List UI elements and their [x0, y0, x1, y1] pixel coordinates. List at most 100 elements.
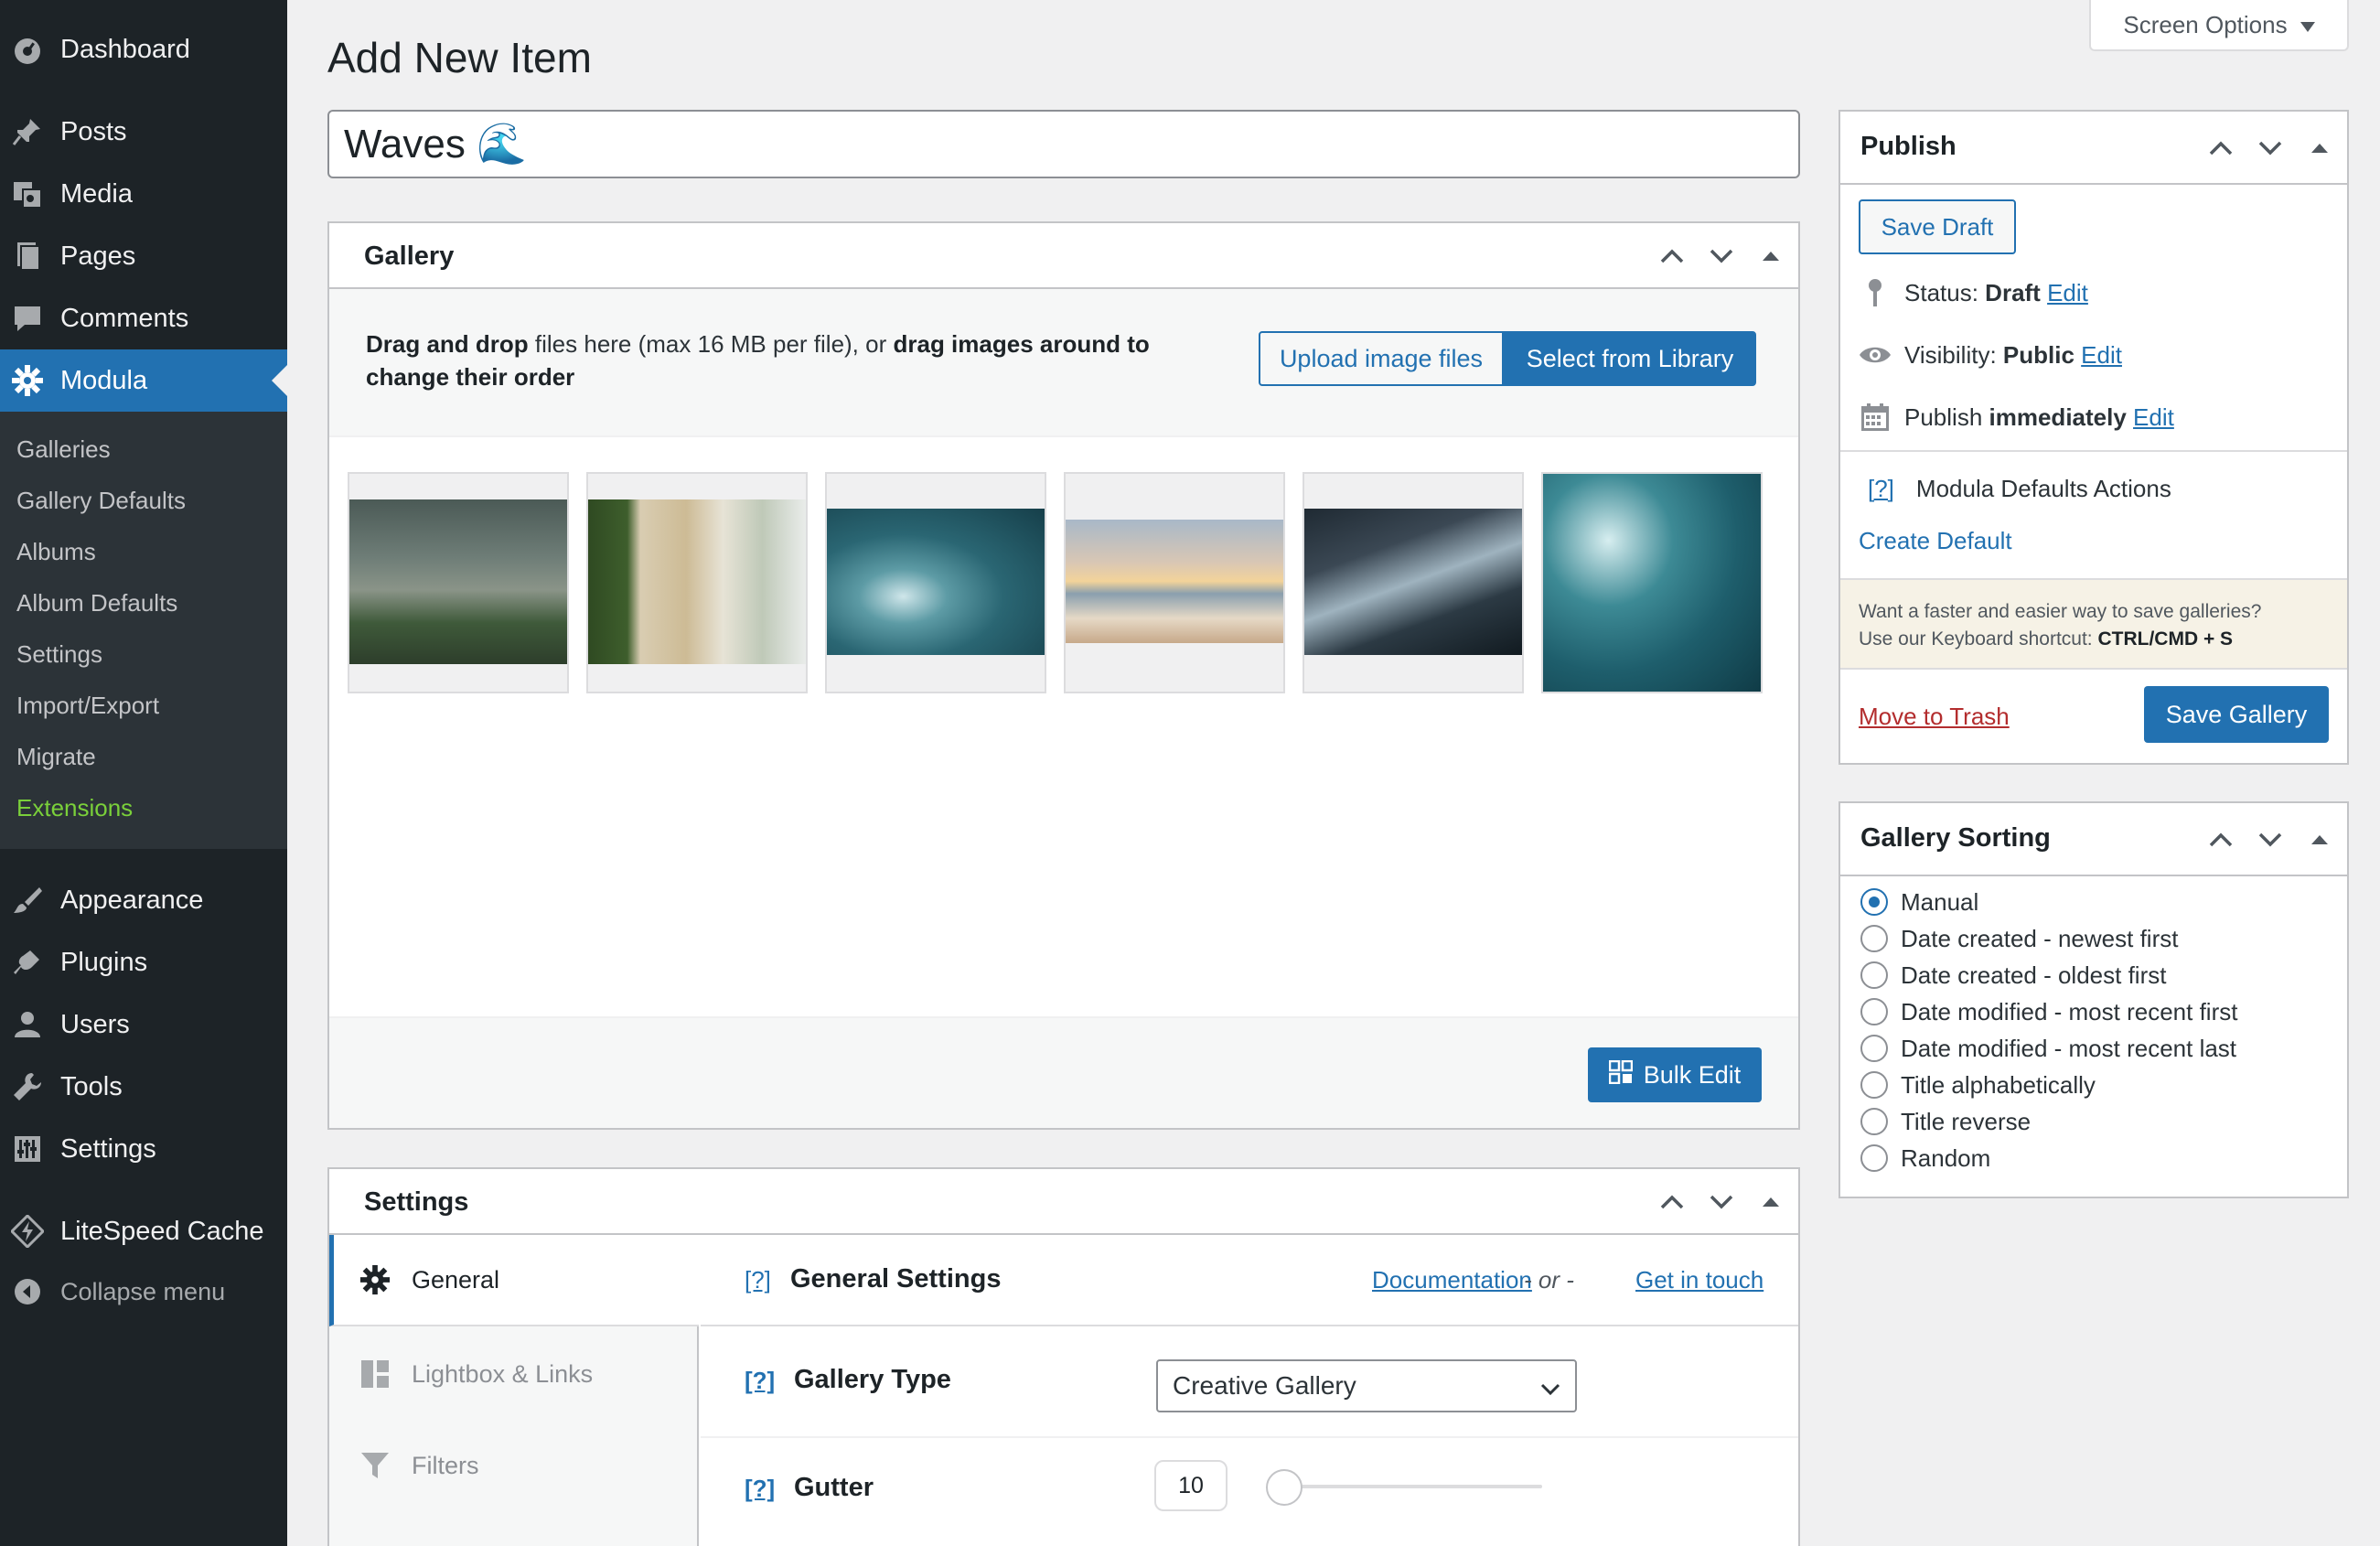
- gallery-image-thumb[interactable]: [1541, 472, 1763, 693]
- gallery-image-thumb[interactable]: [825, 472, 1046, 693]
- radio-button[interactable]: [1860, 998, 1888, 1025]
- dashboard-icon: [11, 33, 44, 66]
- current-menu-arrow: [272, 365, 287, 396]
- toggle-panel-icon[interactable]: [1756, 1187, 1785, 1217]
- submenu-item-galleries[interactable]: Galleries: [16, 435, 111, 464]
- submenu-item-extensions[interactable]: Extensions: [16, 794, 133, 822]
- move-down-icon[interactable]: [1707, 242, 1736, 271]
- move-up-icon[interactable]: [1657, 242, 1687, 271]
- radio-button[interactable]: [1860, 925, 1888, 952]
- collapse-menu-button[interactable]: Collapse menu: [0, 1261, 287, 1323]
- gallery-image-thumb[interactable]: [586, 472, 808, 693]
- publish-title: Publish: [1860, 132, 1957, 161]
- gallery-image-thumb[interactable]: [348, 472, 569, 693]
- help-link[interactable]: [?]: [745, 1367, 775, 1395]
- menu-item-media[interactable]: Media: [0, 163, 287, 225]
- menu-item-litespeed-cache[interactable]: LiteSpeed Cache: [0, 1200, 287, 1262]
- upload-instructions: Drag and drop files here (max 16 MB per …: [366, 330, 1150, 391]
- menu-item-modula[interactable]: Modula: [0, 349, 287, 412]
- keyboard-shortcut-notice: Want a faster and easier way to save gal…: [1840, 578, 2347, 670]
- move-up-icon[interactable]: [2206, 134, 2235, 163]
- submenu-item-import-export[interactable]: Import/Export: [16, 692, 159, 720]
- sort-option-random[interactable]: Random: [1860, 1142, 1990, 1175]
- gutter-slider-handle[interactable]: [1266, 1469, 1303, 1506]
- sort-option-date-modified-recent-first[interactable]: Date modified - most recent first: [1860, 995, 2237, 1028]
- gallery-image-thumb[interactable]: [1064, 472, 1285, 693]
- gallery-image-thumb[interactable]: [1303, 472, 1524, 693]
- menu-item-pages[interactable]: Pages: [0, 225, 287, 287]
- eye-icon: [1859, 338, 1892, 371]
- menu-item-tools[interactable]: Tools: [0, 1056, 287, 1118]
- title-input[interactable]: Waves 🌊: [327, 110, 1800, 178]
- select-from-library-button[interactable]: Select from Library: [1504, 331, 1756, 386]
- screen-options-button[interactable]: Screen Options: [2089, 0, 2349, 51]
- move-down-icon[interactable]: [2256, 134, 2285, 163]
- publish-metabox-header: Publish: [1840, 112, 2347, 185]
- submenu-item-albums[interactable]: Albums: [16, 538, 96, 566]
- radio-button[interactable]: [1860, 961, 1888, 989]
- toggle-panel-icon[interactable]: [2305, 134, 2334, 163]
- sort-option-title-reverse[interactable]: Title reverse: [1860, 1105, 2031, 1138]
- menu-item-plugins[interactable]: Plugins: [0, 931, 287, 993]
- gallery-image: [349, 499, 567, 664]
- save-draft-button[interactable]: Save Draft: [1859, 199, 2016, 254]
- help-link[interactable]: [?]: [1868, 475, 1894, 503]
- gallery-images-grid: [329, 435, 1798, 1021]
- sort-option-date-modified-recent-last[interactable]: Date modified - most recent last: [1860, 1032, 2236, 1065]
- modula-submenu: Galleries Gallery Defaults Albums Album …: [0, 412, 287, 849]
- help-link[interactable]: [?]: [745, 1475, 775, 1503]
- gutter-slider-track[interactable]: [1268, 1485, 1542, 1488]
- toggle-panel-icon[interactable]: [1756, 242, 1785, 271]
- submenu-item-gallery-defaults[interactable]: Gallery Defaults: [16, 487, 186, 515]
- move-up-icon[interactable]: [1657, 1187, 1687, 1217]
- gallery-type-label: Gallery Type: [794, 1365, 951, 1394]
- sort-option-date-created-oldest[interactable]: Date created - oldest first: [1860, 959, 2166, 992]
- upload-image-files-button[interactable]: Upload image files: [1259, 331, 1504, 386]
- menu-item-appearance[interactable]: Appearance: [0, 869, 287, 931]
- radio-button[interactable]: [1860, 1144, 1888, 1172]
- gallery-image: [827, 509, 1045, 655]
- submenu-item-album-defaults[interactable]: Album Defaults: [16, 589, 177, 617]
- gallery-type-select[interactable]: Creative Gallery: [1156, 1359, 1577, 1412]
- menu-label: Settings: [60, 1133, 156, 1164]
- menu-item-posts[interactable]: Posts: [0, 101, 287, 163]
- move-down-icon[interactable]: [1707, 1187, 1736, 1217]
- tab-label: Lightbox & Links: [412, 1359, 594, 1388]
- save-gallery-button[interactable]: Save Gallery: [2144, 686, 2329, 743]
- edit-publish-date-link[interactable]: Edit: [2133, 403, 2174, 432]
- sort-option-date-created-newest[interactable]: Date created - newest first: [1860, 922, 2178, 955]
- tab-general[interactable]: General: [329, 1235, 699, 1326]
- menu-item-comments[interactable]: Comments: [0, 287, 287, 349]
- radio-button[interactable]: [1860, 888, 1888, 916]
- menu-item-dashboard[interactable]: Dashboard: [0, 18, 287, 81]
- publish-handle-actions: [2206, 128, 2334, 168]
- sort-option-manual[interactable]: Manual: [1860, 886, 1978, 918]
- create-default-link[interactable]: Create Default: [1859, 527, 2012, 555]
- help-link[interactable]: [?]: [745, 1266, 771, 1294]
- tab-filters[interactable]: Filters: [329, 1420, 697, 1511]
- edit-visibility-link[interactable]: Edit: [2081, 341, 2122, 370]
- menu-item-settings[interactable]: Settings: [0, 1118, 287, 1180]
- edit-status-link[interactable]: Edit: [2047, 279, 2088, 307]
- move-to-trash-link[interactable]: Move to Trash: [1859, 703, 2010, 731]
- divider: [1840, 450, 2347, 452]
- gutter-number-input[interactable]: 10: [1154, 1460, 1228, 1511]
- radio-button[interactable]: [1860, 1108, 1888, 1135]
- radio-button[interactable]: [1860, 1035, 1888, 1062]
- tab-lightbox-links[interactable]: Lightbox & Links: [329, 1328, 697, 1420]
- get-in-touch-link[interactable]: Get in touch: [1635, 1266, 1764, 1294]
- move-up-icon[interactable]: [2206, 825, 2235, 854]
- move-down-icon[interactable]: [2256, 825, 2285, 854]
- documentation-link[interactable]: Documentation: [1372, 1266, 1532, 1294]
- defaults-actions-label: Modula Defaults Actions: [1915, 474, 2171, 502]
- menu-item-users[interactable]: Users: [0, 993, 287, 1056]
- collapse-menu-label: Collapse menu: [60, 1277, 226, 1305]
- sort-option-title-alphabetically[interactable]: Title alphabetically: [1860, 1068, 2096, 1101]
- pin-icon: [11, 115, 44, 148]
- toggle-panel-icon[interactable]: [2305, 825, 2334, 854]
- bulk-edit-button[interactable]: Bulk Edit: [1588, 1047, 1762, 1102]
- submenu-item-settings[interactable]: Settings: [16, 640, 102, 669]
- submenu-item-migrate[interactable]: Migrate: [16, 743, 96, 771]
- radio-button[interactable]: [1860, 1071, 1888, 1099]
- caret-down-icon: [2300, 11, 2315, 39]
